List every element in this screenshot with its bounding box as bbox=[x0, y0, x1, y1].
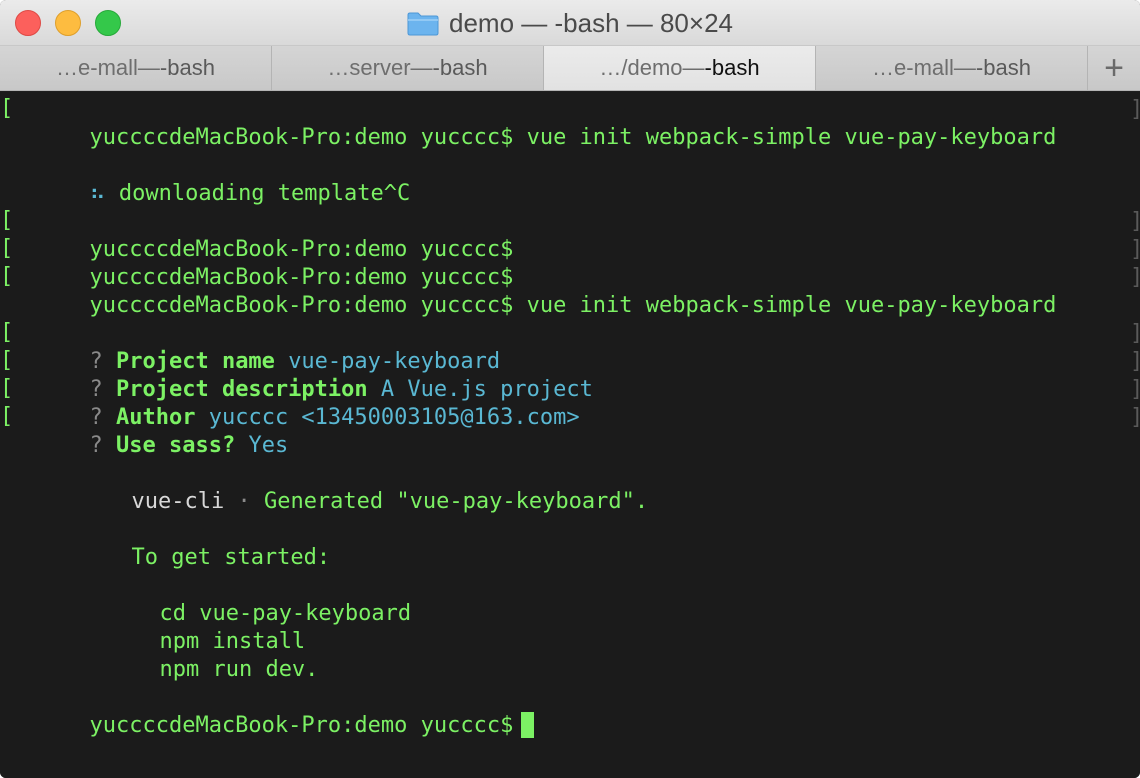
downloading-text: downloading template^C bbox=[118, 181, 411, 206]
prompt-answer: Yes bbox=[248, 433, 289, 458]
tab-demo[interactable]: …/demo — -bash bbox=[544, 46, 816, 90]
dot-separator: · bbox=[237, 489, 251, 514]
line-marker-right: ] bbox=[1130, 236, 1140, 264]
tab-path: …server bbox=[327, 55, 411, 80]
text-cursor bbox=[521, 712, 535, 738]
tab-e-mall-1[interactable]: …e-mall — -bash bbox=[0, 46, 272, 90]
tab-path: …e-mall bbox=[56, 55, 138, 80]
terminal-line: vue-cli · Generated "vue-pay-keyboard". bbox=[52, 460, 648, 514]
tab-bar: …e-mall — -bash …server — -bash …/demo —… bbox=[0, 46, 1140, 91]
terminal-line: cd vue-pay-keyboard bbox=[80, 572, 411, 626]
terminal-line: yuccccdeMacBook-Pro:demo yucccc$ bbox=[10, 684, 535, 738]
line-marker-right: ] bbox=[1130, 320, 1140, 348]
tab-command: -bash bbox=[975, 55, 1031, 80]
tab-e-mall-2[interactable]: …e-mall — -bash bbox=[816, 46, 1088, 90]
step-text: npm run dev. bbox=[159, 657, 319, 682]
terminal-line: yuccccdeMacBook-Pro:demo yucccc$ bbox=[10, 236, 513, 290]
command-text: vue init webpack-simple vue-pay-keyboard bbox=[526, 125, 1057, 150]
generated-text: Generated "vue-pay-keyboard". bbox=[263, 489, 649, 514]
vue-cli-label: vue-cli bbox=[131, 489, 225, 514]
get-started-text: To get started: bbox=[131, 545, 331, 570]
tab-separator: — bbox=[953, 55, 976, 80]
tab-separator: — bbox=[410, 55, 433, 80]
line-marker-right: ] bbox=[1130, 348, 1140, 376]
terminal-output[interactable]: yuccccdeMacBook-Pro:demo yucccc$ vue ini… bbox=[0, 92, 1140, 778]
tab-command: -bash bbox=[159, 55, 215, 80]
line-marker-right: ] bbox=[1130, 208, 1140, 236]
line-marker-left: [ bbox=[0, 96, 14, 121]
terminal-line: ? Author yucccc <13450003105@163.com> bbox=[10, 376, 579, 430]
tab-command: -bash bbox=[704, 55, 760, 80]
line-marker-right: ] bbox=[1130, 264, 1140, 292]
prompt: yuccccdeMacBook-Pro:demo yucccc$ bbox=[89, 125, 514, 150]
terminal-line: yuccccdeMacBook-Pro:demo yucccc$ bbox=[10, 208, 513, 262]
line-marker-right: ] bbox=[1130, 376, 1140, 404]
tab-path: …e-mall bbox=[872, 55, 954, 80]
tab-path: …/demo bbox=[599, 55, 683, 80]
question-mark: ? bbox=[89, 433, 103, 458]
terminal-line: ⠦ downloading template^C bbox=[10, 152, 410, 206]
terminal-line: yuccccdeMacBook-Pro:demo yucccc$ vue ini… bbox=[10, 96, 1056, 150]
terminal-line: ? Project name vue-pay-keyboard bbox=[10, 320, 500, 374]
title-bar: demo — -bash — 80×24 bbox=[0, 0, 1140, 46]
terminal-line: yuccccdeMacBook-Pro:demo yucccc$ vue ini… bbox=[10, 264, 1056, 318]
command-text: vue init webpack-simple vue-pay-keyboard bbox=[526, 293, 1057, 318]
new-tab-button[interactable]: + bbox=[1088, 46, 1140, 90]
tab-separator: — bbox=[682, 55, 705, 80]
folder-icon bbox=[407, 12, 439, 36]
prompt: yuccccdeMacBook-Pro:demo yucccc$ bbox=[89, 713, 514, 738]
terminal-line: npm install bbox=[80, 600, 305, 654]
tab-server[interactable]: …server — -bash bbox=[272, 46, 544, 90]
terminal-line: npm run dev. bbox=[80, 628, 318, 682]
spinner-icon: ⠦ bbox=[89, 181, 106, 206]
line-marker-right: ] bbox=[1130, 96, 1140, 124]
window-title: demo — -bash — 80×24 bbox=[449, 7, 733, 38]
tab-separator: — bbox=[137, 55, 160, 80]
prompt-label: Use sass? bbox=[115, 433, 236, 458]
title-container: demo — -bash — 80×24 bbox=[0, 0, 1140, 46]
terminal-line: ? Project description A Vue.js project bbox=[10, 348, 592, 402]
prompt: yuccccdeMacBook-Pro:demo yucccc$ bbox=[89, 293, 514, 318]
line-marker-right: ] bbox=[1130, 404, 1140, 432]
terminal-line: To get started: bbox=[52, 516, 330, 570]
terminal-window: demo — -bash — 80×24 …e-mall — -bash …se… bbox=[0, 0, 1140, 778]
tab-command: -bash bbox=[432, 55, 488, 80]
terminal-line: ? Use sass? Yes bbox=[10, 404, 288, 458]
